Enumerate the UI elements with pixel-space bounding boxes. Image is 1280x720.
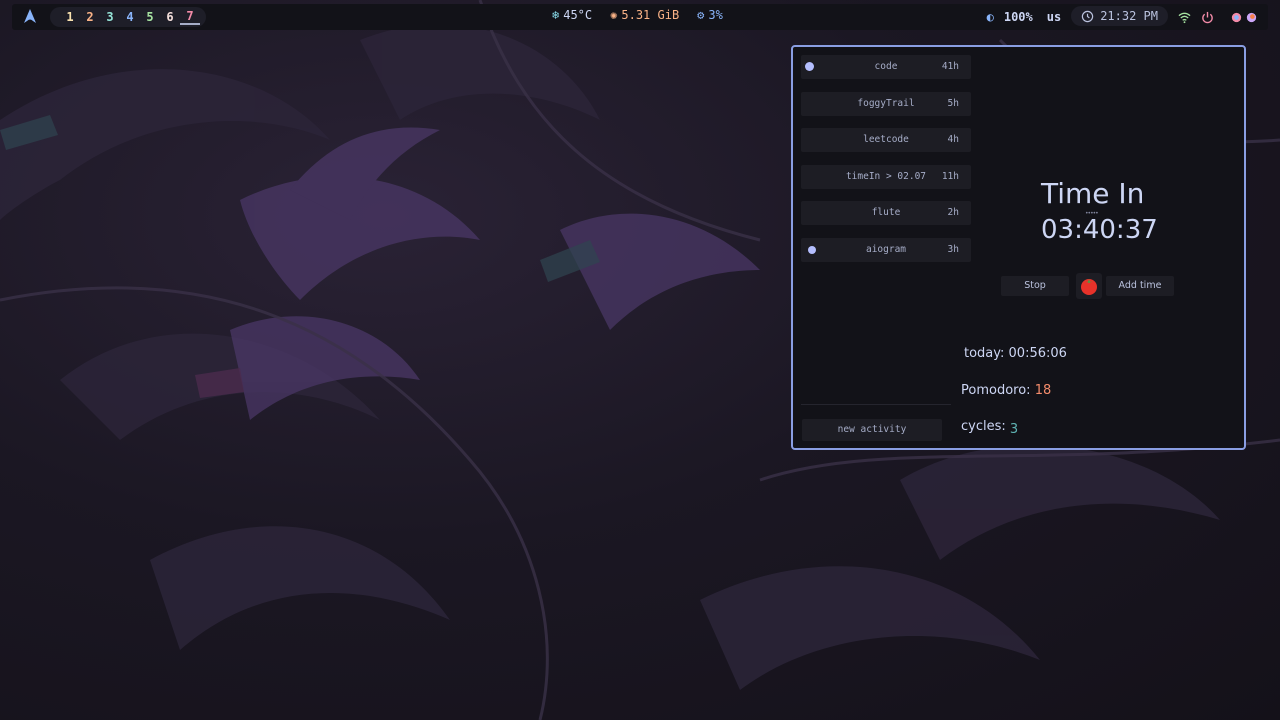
pomodoro-count: Pomodoro: 18: [961, 383, 1051, 398]
workspace-4[interactable]: 4: [120, 10, 140, 24]
arch-logo-icon[interactable]: [22, 8, 38, 24]
memory-icon: ✺: [610, 8, 618, 22]
temperature-value: 45°C: [563, 8, 593, 22]
stop-button[interactable]: Stop: [1001, 276, 1069, 296]
activity-list: code 41h foggyTrail 5h leetcode 4h timeIn > 02…: [801, 55, 971, 275]
status-right: ◐ 100% us 21:32 PM: [987, 6, 1258, 26]
memory-widget: ✺ 5.31 GiB: [610, 8, 679, 22]
activity-hours: 4h: [947, 134, 959, 146]
workspace-switcher: 1234567: [50, 7, 206, 27]
workspace-3[interactable]: 3: [100, 10, 120, 24]
cpu-widget: ⚙ 3%: [697, 8, 723, 22]
activity-hours: 2h: [947, 207, 959, 219]
brightness-icon[interactable]: ◐: [987, 10, 994, 24]
activity-hours: 3h: [947, 243, 959, 255]
cpu-icon: ⚙: [697, 8, 705, 22]
workspace-5[interactable]: 5: [140, 10, 160, 24]
workspace-7[interactable]: 7: [180, 9, 200, 25]
activity-item[interactable]: timeIn > 02.07 11h: [801, 164, 971, 189]
status-bar: 1234567 ❄ 45°C ✺ 5.31 GiB ⚙ 3% ◐ 100% us…: [0, 0, 1280, 34]
power-icon[interactable]: [1201, 11, 1214, 24]
activity-hours: 5h: [947, 97, 959, 109]
system-stats: ❄ 45°C ✺ 5.31 GiB ⚙ 3%: [552, 8, 723, 22]
add-time-button[interactable]: Add time: [1106, 276, 1174, 296]
activity-item[interactable]: foggyTrail 5h: [801, 91, 971, 116]
cycles-label: cycles:: [961, 419, 1006, 434]
clock-icon: [1081, 10, 1094, 22]
keyboard-layout[interactable]: us: [1047, 10, 1061, 24]
firefox-icon[interactable]: [1245, 11, 1258, 24]
cycles-value: 3: [1009, 422, 1019, 437]
elapsed-timer: 03:40:37: [1041, 215, 1158, 245]
workspace-1[interactable]: 1: [60, 10, 80, 24]
workspace-2[interactable]: 2: [80, 10, 100, 24]
activity-name: aiogram: [865, 243, 907, 255]
new-activity-button[interactable]: new activity: [802, 419, 942, 441]
activity-hours: 41h: [941, 61, 959, 72]
brightness-value: 100%: [1003, 10, 1033, 24]
time-tracker-window: code 41h foggyTrail 5h leetcode 4h timeIn > 02…: [791, 45, 1246, 450]
pomodoro-label: Pomodoro:: [961, 383, 1031, 398]
cycles-count: cycles: 3: [961, 419, 1019, 437]
activity-item[interactable]: leetcode 4h: [801, 128, 971, 153]
activity-name: leetcode: [863, 134, 909, 146]
memory-value: 5.31 GiB: [621, 8, 680, 22]
list-divider: [801, 404, 951, 405]
snowflake-icon: ❄: [552, 8, 560, 22]
today-total: today: 00:56:06: [964, 346, 1067, 361]
pomodoro-button[interactable]: [1076, 273, 1102, 299]
tomato-icon: [1081, 279, 1097, 295]
wifi-icon[interactable]: [1178, 11, 1191, 24]
activity-title: Time In: [1041, 177, 1145, 210]
activity-name: flute: [871, 207, 901, 219]
tray-app-icon[interactable]: [1230, 11, 1243, 24]
clock-widget[interactable]: 21:32 PM: [1071, 6, 1168, 26]
pomodoro-value: 18: [1034, 383, 1052, 398]
clock-time: 21:32 PM: [1100, 9, 1158, 23]
activity-item[interactable]: flute 2h: [801, 201, 971, 226]
workspace-6[interactable]: 6: [160, 10, 180, 24]
activity-hours: 11h: [941, 170, 959, 182]
activity-item[interactable]: aiogram 3h: [801, 237, 971, 262]
activity-name: foggyTrail: [857, 97, 915, 109]
activity-item[interactable]: code 41h: [801, 55, 971, 79]
temperature-widget: ❄ 45°C: [552, 8, 592, 22]
cpu-value: 3%: [708, 8, 723, 22]
